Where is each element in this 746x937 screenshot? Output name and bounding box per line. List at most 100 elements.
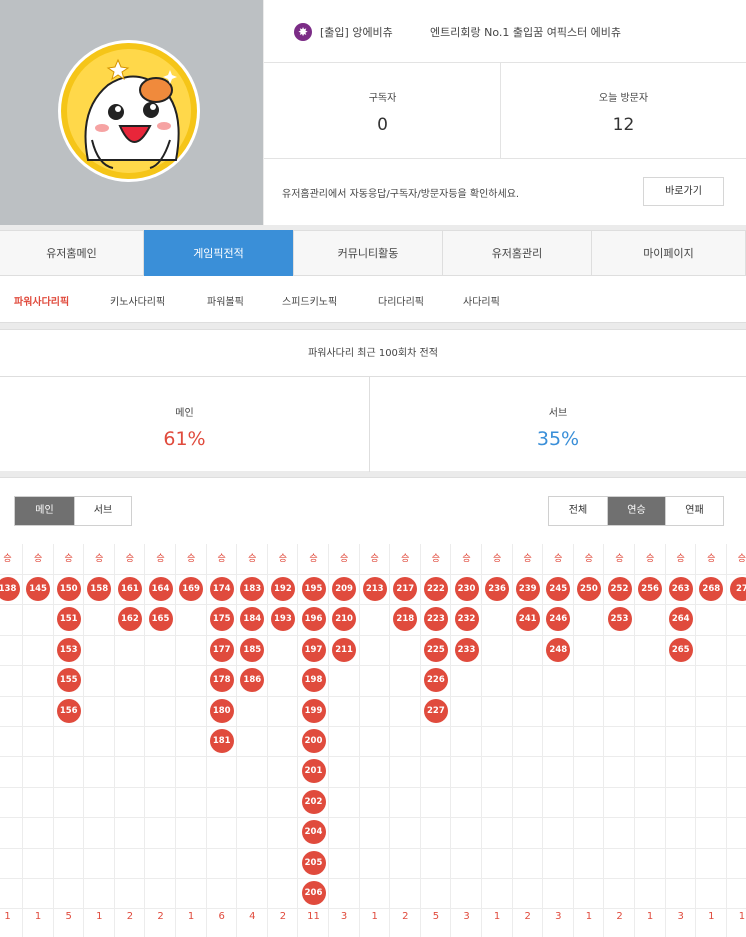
streak-header: 승 xyxy=(217,554,226,564)
main-rate: 메인 61% xyxy=(0,377,369,472)
main-rate-label: 메인 xyxy=(175,408,194,419)
streak-column xyxy=(114,544,146,937)
summary-panel: 파워사다리 최근 100회차 전적 메인 61% 서브 35% xyxy=(0,329,746,472)
tab-3[interactable]: 커뮤니티활동 xyxy=(294,231,443,276)
toggle-main-sub-1[interactable]: 메인 xyxy=(15,497,74,525)
profile-info: ✸ [출입] 앙에비츄 엔트리회랑 No.1 출입꿈 여픽스터 에비츄 구독자 … xyxy=(264,0,746,225)
sub-rate: 서브 35% xyxy=(370,377,746,472)
round-ball: 222 xyxy=(423,577,448,601)
streak-column xyxy=(237,544,268,937)
tab-1[interactable]: 유저홈메인 xyxy=(0,231,144,276)
streak-count: 2 xyxy=(126,911,134,922)
round-ball: 153 xyxy=(56,637,81,662)
streak-header: 승 xyxy=(125,554,135,564)
streak-count: 1 xyxy=(708,911,715,922)
streak-header: 승 xyxy=(3,554,12,564)
today-visitor-stat: 오늘 방문자 12 xyxy=(501,63,746,159)
main-tabs: 유저홈메인 게임픽전적 커뮤니티활동 유저홈관리 마이페이지 xyxy=(0,230,746,277)
round-ball: 265 xyxy=(668,637,693,662)
streak-header: 승 xyxy=(462,554,471,564)
today-visitor-count: 12 xyxy=(612,115,635,135)
round-ball: 192 xyxy=(270,577,295,601)
round-ball: 138 xyxy=(0,577,20,601)
subtab-5[interactable]: 다리다리픽 xyxy=(378,293,424,308)
streak-header: 승 xyxy=(401,554,410,564)
streak-count: 1 xyxy=(738,911,746,922)
round-ball: 169 xyxy=(179,577,204,601)
round-ball: 156 xyxy=(56,698,81,723)
round-ball: 174 xyxy=(209,577,234,601)
visitor-stats: 구독자 0 오늘 방문자 12 xyxy=(264,63,746,159)
streak-column xyxy=(604,544,635,937)
toggle-main-sub-2[interactable]: 서브 xyxy=(74,497,131,525)
streak-column xyxy=(176,544,207,937)
streak-column xyxy=(267,544,299,937)
streak-column xyxy=(390,544,421,937)
round-ball: 253 xyxy=(607,607,632,632)
streak-header: 승 xyxy=(370,554,379,564)
toggle-filter-2[interactable]: 연승 xyxy=(607,497,665,525)
round-ball: 239 xyxy=(515,577,540,601)
streak-column xyxy=(420,544,452,937)
streak-count: 11 xyxy=(307,911,320,922)
streak-count: 2 xyxy=(157,911,164,922)
toggle-filter-3[interactable]: 연패 xyxy=(665,497,723,525)
hamster-avatar-icon xyxy=(61,43,197,179)
avatar[interactable] xyxy=(58,40,200,182)
round-ball: 256 xyxy=(638,577,663,601)
notice-bar: 유저홈관리에서 자동응답/구독자/방문자등을 확인하세요. 바로가기 xyxy=(264,159,746,225)
streak-count: 1 xyxy=(371,911,378,922)
streak-count: 2 xyxy=(279,911,287,922)
streak-column xyxy=(573,544,605,937)
streak-grid: 승 138 1 승 145 1 승 150 151 153 155 156 5 승 158 1 승 161 162 2… xyxy=(0,544,746,937)
streak-count: 2 xyxy=(402,911,409,922)
tab-2[interactable]: 게임픽전적 xyxy=(144,230,294,277)
today-visitor-label: 오늘 방문자 xyxy=(598,93,649,104)
subtab-2[interactable]: 키노사다리픽 xyxy=(110,293,165,308)
round-ball: 155 xyxy=(56,668,81,693)
streak-column xyxy=(665,544,697,937)
streak-count: 2 xyxy=(524,911,531,922)
streak-header: 승 xyxy=(707,554,716,564)
streak-count: 4 xyxy=(249,911,256,922)
round-ball: 161 xyxy=(117,577,142,601)
streak-count: 5 xyxy=(65,911,72,922)
round-ball: 206 xyxy=(301,881,326,905)
game-subtabs: 파워사다리픽 키노사다리픽 파워볼픽 스피드키노픽 다리다리픽 사다리픽 xyxy=(0,276,746,323)
streak-header: 승 xyxy=(64,554,73,564)
round-ball: 263 xyxy=(668,577,693,601)
profile-title: ✸ [출입] 앙에비츄 엔트리회랑 No.1 출입꿈 여픽스터 에비츄 xyxy=(264,0,746,63)
shortcut-button[interactable]: 바로가기 xyxy=(643,177,724,206)
tab-5[interactable]: 마이페이지 xyxy=(592,231,746,276)
main-rate-value: 61% xyxy=(163,428,206,450)
streak-count: 1 xyxy=(646,911,654,922)
streak-count: 1 xyxy=(34,911,42,922)
streak-header: 승 xyxy=(309,554,318,564)
streak-header: 승 xyxy=(33,554,43,564)
streak-column xyxy=(512,544,544,937)
streak-column xyxy=(726,544,746,937)
page: ✸ [출입] 앙에비츄 엔트리회랑 No.1 출입꿈 여픽스터 에비츄 구독자 … xyxy=(0,0,746,937)
streak-header: 승 xyxy=(492,554,502,564)
subtab-1[interactable]: 파워사다리픽 xyxy=(14,293,69,308)
subtab-4[interactable]: 스피드키노픽 xyxy=(282,293,337,308)
round-ball: 178 xyxy=(209,668,234,693)
tab-4[interactable]: 유저홈관리 xyxy=(443,231,592,276)
subscriber-count: 0 xyxy=(377,115,388,135)
streak-count: 5 xyxy=(432,911,440,922)
round-ball: 198 xyxy=(301,668,326,693)
round-ball: 204 xyxy=(301,820,326,845)
subtab-6[interactable]: 사다리픽 xyxy=(463,293,500,308)
round-ball: 250 xyxy=(576,577,601,601)
streak-count: 1 xyxy=(585,911,593,922)
round-ball: 199 xyxy=(301,698,326,723)
round-ball: 150 xyxy=(56,577,81,601)
round-ball: 211 xyxy=(332,637,357,662)
subtab-3[interactable]: 파워볼픽 xyxy=(207,293,244,308)
streak-count: 1 xyxy=(493,911,501,922)
toggle-filter-1[interactable]: 전체 xyxy=(549,497,607,525)
round-ball: 248 xyxy=(546,637,571,662)
streak-header: 승 xyxy=(95,554,104,564)
streak-column xyxy=(696,544,727,937)
profile-header: ✸ [출입] 앙에비츄 엔트리회랑 No.1 출입꿈 여픽스터 에비츄 구독자 … xyxy=(0,0,746,226)
